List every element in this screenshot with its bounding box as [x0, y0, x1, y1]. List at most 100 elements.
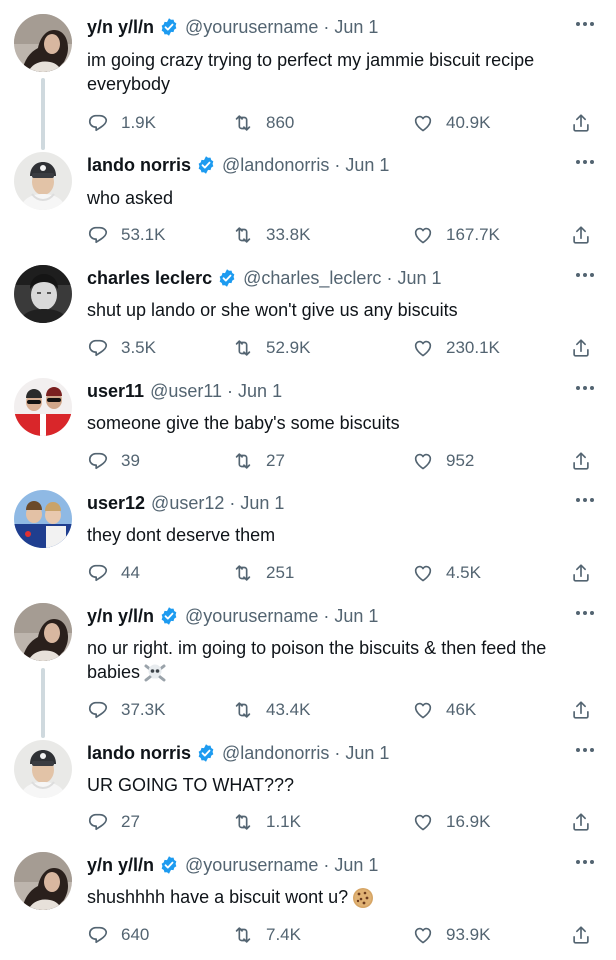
share-icon — [570, 450, 592, 472]
tweet-date[interactable]: Jun 1 — [238, 381, 282, 402]
tweet-date[interactable]: Jun 1 — [345, 155, 389, 176]
share-button[interactable] — [570, 809, 592, 835]
tweet-date[interactable]: Jun 1 — [240, 493, 284, 514]
tweet-date[interactable]: Jun 1 — [345, 743, 389, 764]
tweet-actions: 640 7.4K 93.9K — [87, 922, 607, 948]
tweet-date[interactable]: Jun 1 — [334, 17, 378, 38]
like-button[interactable]: 952 — [412, 448, 474, 474]
like-count: 16.9K — [446, 812, 491, 831]
reply-button[interactable]: 1.9K — [87, 110, 156, 136]
share-button[interactable] — [570, 335, 592, 361]
avatar[interactable] — [14, 603, 72, 661]
verified-badge-icon — [159, 606, 179, 626]
tweet: y/n y/l/n @yourusername · Jun 1 no ur right.… — [0, 603, 616, 738]
username-handle[interactable]: @yourusername — [185, 17, 318, 38]
display-name[interactable]: user11 — [87, 381, 144, 402]
avatar[interactable] — [14, 378, 72, 436]
display-name[interactable]: charles leclerc — [87, 268, 212, 289]
reply-count: 1.9K — [121, 113, 156, 132]
tweet-text: they dont deserve them — [87, 523, 597, 547]
reply-button[interactable]: 53.1K — [87, 222, 165, 248]
like-button[interactable]: 93.9K — [412, 922, 490, 948]
more-icon[interactable] — [572, 378, 598, 398]
tweet: lando norris @landonorris · Jun 1 UR GOING T… — [0, 740, 616, 850]
reply-button[interactable]: 640 — [87, 922, 149, 948]
tweet: user12 @user12 · Jun 1 they dont deserve the… — [0, 490, 616, 600]
retweet-button[interactable]: 7.4K — [232, 922, 301, 948]
username-handle[interactable]: @landonorris — [222, 743, 329, 764]
share-button[interactable] — [570, 110, 592, 136]
retweet-button[interactable]: 1.1K — [232, 809, 301, 835]
retweet-button[interactable]: 251 — [232, 560, 294, 586]
avatar[interactable] — [14, 740, 72, 798]
display-name[interactable]: user12 — [87, 493, 145, 514]
more-icon[interactable] — [572, 152, 598, 172]
reply-icon — [87, 337, 121, 359]
reply-button[interactable]: 44 — [87, 560, 140, 586]
share-icon — [570, 562, 592, 584]
tweet-date[interactable]: Jun 1 — [397, 268, 441, 289]
retweet-button[interactable]: 43.4K — [232, 697, 310, 723]
reply-icon — [87, 450, 121, 472]
retweet-button[interactable]: 860 — [232, 110, 294, 136]
share-button[interactable] — [570, 697, 592, 723]
display-name[interactable]: y/n y/l/n — [87, 855, 154, 876]
more-icon[interactable] — [572, 603, 598, 623]
tweet: y/n y/l/n @yourusername · Jun 1 shushhhh hav… — [0, 852, 616, 960]
verified-badge-icon — [217, 268, 237, 288]
more-icon[interactable] — [572, 852, 598, 872]
avatar[interactable] — [14, 490, 72, 548]
tweet-text: shushhhh have a biscuit wont u? — [87, 885, 597, 910]
display-name[interactable]: lando norris — [87, 155, 191, 176]
separator-dot: · — [323, 605, 330, 626]
separator-dot: · — [227, 380, 234, 401]
like-button[interactable]: 4.5K — [412, 560, 481, 586]
username-handle[interactable]: @user12 — [151, 493, 224, 514]
like-button[interactable]: 16.9K — [412, 809, 490, 835]
like-button[interactable]: 40.9K — [412, 110, 490, 136]
cookie-emoji — [351, 886, 375, 910]
reply-button[interactable]: 3.5K — [87, 335, 156, 361]
like-icon — [412, 337, 446, 359]
avatar[interactable] — [14, 852, 72, 910]
display-name[interactable]: y/n y/l/n — [87, 17, 154, 38]
reply-button[interactable]: 37.3K — [87, 697, 165, 723]
thread-connector — [41, 668, 45, 738]
share-button[interactable] — [570, 448, 592, 474]
retweet-button[interactable]: 33.8K — [232, 222, 310, 248]
avatar[interactable] — [14, 152, 72, 210]
username-handle[interactable]: @user11 — [150, 381, 222, 402]
avatar[interactable] — [14, 265, 72, 323]
tweet-text-content: shushhhh have a biscuit wont u? — [87, 887, 349, 907]
share-icon — [570, 924, 592, 946]
username-handle[interactable]: @charles_leclerc — [243, 268, 381, 289]
tweet-thread: y/n y/l/n @yourusername · Jun 1 im going cra… — [0, 0, 616, 960]
more-icon[interactable] — [572, 265, 598, 285]
tweet-date[interactable]: Jun 1 — [334, 855, 378, 876]
retweet-button[interactable]: 52.9K — [232, 335, 310, 361]
display-name[interactable]: y/n y/l/n — [87, 606, 154, 627]
display-name[interactable]: lando norris — [87, 743, 191, 764]
share-button[interactable] — [570, 222, 592, 248]
like-button[interactable]: 46K — [412, 697, 476, 723]
like-button[interactable]: 167.7K — [412, 222, 500, 248]
more-icon[interactable] — [572, 740, 598, 760]
like-button[interactable]: 230.1K — [412, 335, 500, 361]
more-icon[interactable] — [572, 490, 598, 510]
tweet-text-content: who asked — [87, 188, 174, 208]
share-button[interactable] — [570, 560, 592, 586]
tweet-header: user12 @user12 · Jun 1 — [87, 490, 284, 516]
retweet-button[interactable]: 27 — [232, 448, 285, 474]
share-button[interactable] — [570, 922, 592, 948]
like-count: 230.1K — [446, 338, 500, 357]
reply-button[interactable]: 39 — [87, 448, 140, 474]
reply-button[interactable]: 27 — [87, 809, 140, 835]
tweet: charles leclerc @charles_leclerc · Jun 1 shu… — [0, 265, 616, 375]
username-handle[interactable]: @yourusername — [185, 855, 318, 876]
tweet-date[interactable]: Jun 1 — [334, 606, 378, 627]
tweet: y/n y/l/n @yourusername · Jun 1 im going cra… — [0, 14, 616, 150]
more-icon[interactable] — [572, 14, 598, 34]
username-handle[interactable]: @landonorris — [222, 155, 329, 176]
avatar[interactable] — [14, 14, 72, 72]
username-handle[interactable]: @yourusername — [185, 606, 318, 627]
